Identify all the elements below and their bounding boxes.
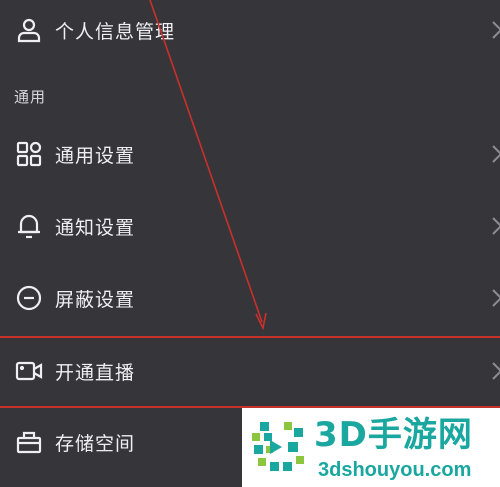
watermark-url: 3dshouyou.com bbox=[318, 459, 472, 481]
watermark: 3D手游网 3dshouyou.com bbox=[242, 408, 500, 487]
menu-item-personal-info[interactable]: 个人信息管理 bbox=[0, 0, 500, 60]
briefcase-icon bbox=[14, 427, 44, 457]
grid-icon bbox=[14, 139, 44, 169]
menu-item-general-settings[interactable]: 通用设置 bbox=[0, 124, 500, 184]
highlight-line-top bbox=[0, 336, 500, 338]
menu-item-block-settings[interactable]: 屏蔽设置 bbox=[0, 268, 500, 328]
menu-item-label: 通用设置 bbox=[55, 144, 136, 167]
watermark-logo-icon bbox=[252, 422, 304, 471]
menu-item-label: 屏蔽设置 bbox=[55, 288, 136, 311]
bell-icon bbox=[14, 211, 44, 241]
menu-item-open-live[interactable]: 开通直播 bbox=[0, 341, 500, 401]
user-icon bbox=[14, 15, 44, 45]
menu-item-label: 开通直播 bbox=[55, 361, 136, 384]
menu-item-notification-settings[interactable]: 通知设置 bbox=[0, 196, 500, 256]
chevron-right-icon bbox=[492, 21, 500, 39]
menu-item-label: 存储空间 bbox=[55, 432, 136, 455]
chevron-right-icon bbox=[492, 362, 500, 380]
minus-circle-icon bbox=[14, 283, 44, 313]
menu-item-label: 通知设置 bbox=[55, 216, 136, 239]
chevron-right-icon bbox=[492, 145, 500, 163]
section-header-general: 通用 bbox=[14, 88, 47, 106]
video-camera-icon bbox=[14, 356, 44, 386]
chevron-right-icon bbox=[492, 217, 500, 235]
chevron-right-icon bbox=[492, 289, 500, 307]
watermark-title: 3D手游网 bbox=[314, 415, 473, 455]
menu-item-label: 个人信息管理 bbox=[55, 20, 176, 43]
